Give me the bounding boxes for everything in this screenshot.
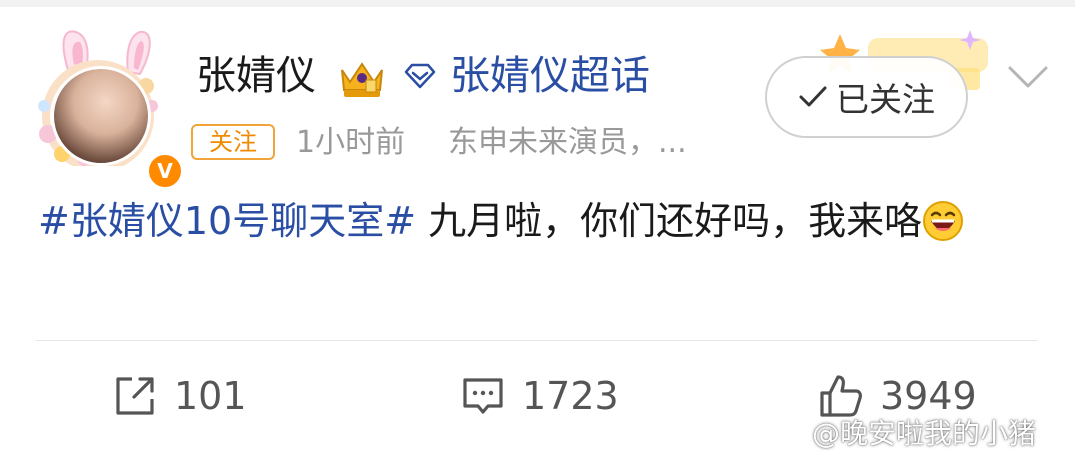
author-name[interactable]: 张婧仪 (196, 50, 316, 102)
laugh-emoji-icon (923, 201, 964, 241)
watermark: @晚安啦我的小猪 (812, 417, 1037, 450)
following-button[interactable]: 已关注 (765, 56, 968, 138)
avatar[interactable]: V (28, 26, 184, 190)
repost-button[interactable]: 101 (112, 370, 247, 422)
comment-icon (463, 378, 503, 414)
follow-tag: 关注 (191, 124, 275, 160)
chevron-down-icon[interactable] (1006, 62, 1050, 92)
comment-button[interactable]: 1723 (460, 370, 619, 422)
following-label: 已关注 (836, 80, 935, 119)
supertopic-link[interactable]: 张婧仪超话 (450, 50, 650, 102)
post-time: 1小时前 (296, 125, 406, 160)
check-icon (799, 86, 827, 107)
post-body-text: 九月啦，你们还好吗，我来咯 (416, 199, 923, 243)
supertopic-diamond-icon (404, 63, 436, 89)
repost-icon (116, 377, 154, 415)
hashtag-link[interactable]: #张婧仪10号聊天室# (38, 199, 416, 243)
post-source: 东申未来演员，... (448, 125, 687, 160)
post-content: #张婧仪10号聊天室# 九月啦，你们还好吗，我来咯 (38, 188, 1038, 254)
top-separator (0, 0, 1075, 7)
crown-badge-icon[interactable] (336, 56, 388, 100)
comment-count: 1723 (522, 374, 619, 418)
vip-v-icon: V (146, 152, 184, 190)
divider (36, 340, 1038, 341)
repost-count: 101 (174, 374, 247, 418)
avatar-photo (51, 66, 151, 166)
